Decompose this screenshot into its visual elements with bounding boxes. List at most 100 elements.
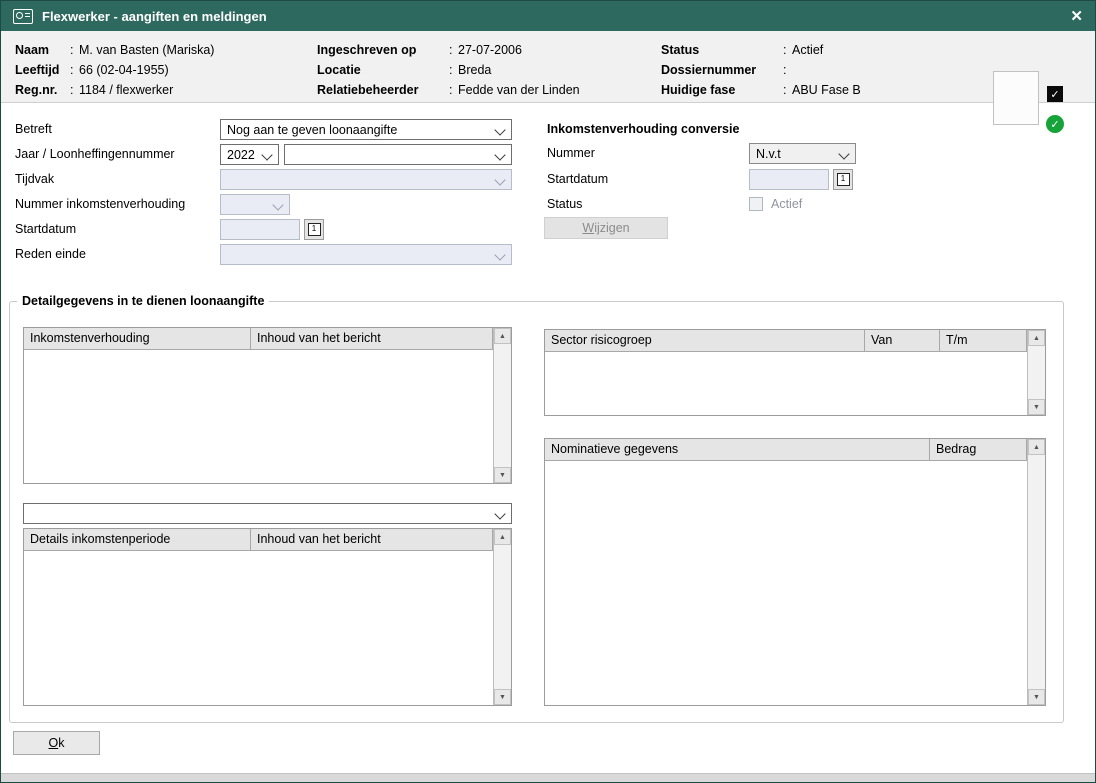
inkomstenverhouding-table-header: Inkomstenverhouding Inhoud van het beric… [24,328,493,350]
locatie-value: Breda [458,60,491,80]
scroll-up-button[interactable]: ▲ [1028,330,1045,346]
column-header[interactable]: Details inkomstenperiode [24,529,251,550]
scrollbar[interactable]: ▲ ▼ [493,328,511,483]
tijdvak-label: Tijdvak [15,169,54,190]
status-label: Status [661,40,783,60]
chevron-down-icon [494,508,505,519]
colon: : [449,80,458,100]
conversie-startdatum-label: Startdatum [547,169,608,190]
column-header[interactable]: Inhoud van het bericht [251,529,493,550]
status-ok-icon: ✓ [1046,115,1064,133]
scrollbar[interactable]: ▲ ▼ [493,529,511,705]
startdatum-input[interactable] [220,219,300,240]
nummer-inkomstenverhouding-select[interactable] [220,194,290,215]
column-header[interactable]: Inkomstenverhouding [24,328,251,349]
header-col-status: Status : Actief Dossiernummer : Huidige … [661,40,861,100]
dossiernummer-label: Dossiernummer [661,60,783,80]
ok-button[interactable]: Ok [13,731,100,755]
leeftijd-label: Leeftijd [15,60,70,80]
column-header[interactable]: Inhoud van het bericht [251,328,493,349]
scroll-down-button[interactable]: ▼ [494,467,511,483]
leeftijd-value: 66 (02-04-1955) [79,60,169,80]
reden-einde-select[interactable] [220,244,512,265]
arrow-down-icon: ▼ [499,472,506,479]
chevron-down-icon [261,149,272,160]
header-row-huidige-fase: Huidige fase : ABU Fase B [661,80,861,100]
colon: : [70,40,79,60]
naam-value: M. van Basten (Mariska) [79,40,214,60]
scrollbar[interactable]: ▲ ▼ [1027,330,1045,415]
scroll-down-button[interactable]: ▼ [494,689,511,705]
colon: : [70,60,79,80]
scroll-down-button[interactable]: ▼ [1028,689,1045,705]
header-col-personal: Naam : M. van Basten (Mariska) Leeftijd … [15,40,214,100]
conversie-startdatum-calendar-button[interactable]: 1 [833,169,853,190]
startdatum-calendar-button[interactable]: 1 [304,219,324,240]
check-icon: ✓ [1050,88,1059,101]
relatiebeheerder-label: Relatiebeheerder [317,80,449,100]
ingeschreven-label: Ingeschreven op [317,40,449,60]
nummer-inkomstenverhouding-label: Nummer inkomstenverhouding [15,194,185,215]
conversie-section-title: Inkomstenverhouding conversie [547,119,739,140]
column-header[interactable]: Sector risicogroep [545,330,865,351]
header-col-registration: Ingeschreven op : 27-07-2006 Locatie : B… [317,40,580,100]
person-info-panel: Naam : M. van Basten (Mariska) Leeftijd … [1,31,1095,103]
conversie-actief-checkbox[interactable] [749,197,763,211]
header-row-leeftijd: Leeftijd : 66 (02-04-1955) [15,60,214,80]
column-header[interactable]: T/m [940,330,1027,351]
inkomstenperiode-table-header: Details inkomstenperiode Inhoud van het … [24,529,493,551]
conversie-nummer-select[interactable]: N.v.t [749,143,856,164]
arrow-down-icon: ▼ [1033,694,1040,701]
betreft-selected-value: Nog aan te geven loonaangifte [227,123,397,137]
locatie-label: Locatie [317,60,449,80]
betreft-label: Betreft [15,119,52,140]
bottom-edge [1,773,1095,782]
relatiebeheerder-value: Fedde van der Linden [458,80,580,100]
scroll-up-button[interactable]: ▲ [494,529,511,545]
flexwerker-dialog: Flexwerker - aangiften en meldingen ✕ Na… [0,0,1096,783]
header-row-regnr: Reg.nr. : 1184 / flexwerker [15,80,214,100]
tijdvak-select[interactable] [220,169,512,190]
conversie-startdatum-input[interactable] [749,169,829,190]
nominatieve-gegevens-list[interactable] [545,461,1027,705]
colon: : [70,80,79,100]
header-row-dossiernummer: Dossiernummer : [661,60,861,80]
wijzigen-button[interactable]: Wijzigen [544,217,668,239]
inkomstenperiode-table: Details inkomstenperiode Inhoud van het … [23,528,512,706]
jaar-selected-value: 2022 [227,148,255,162]
reden-einde-label: Reden einde [15,244,86,265]
regnr-value: 1184 / flexwerker [79,80,173,100]
huidige-fase-value: ABU Fase B [792,80,861,100]
inkomstenverhouding-list[interactable] [24,350,493,483]
betreft-select[interactable]: Nog aan te geven loonaangifte [220,119,512,140]
header-checkbox[interactable]: ✓ [1047,86,1063,102]
scroll-down-button[interactable]: ▼ [1028,399,1045,415]
chevron-down-icon [838,148,849,159]
nominatieve-gegevens-table-header: Nominatieve gegevens Bedrag [545,439,1027,461]
jaar-select[interactable]: 2022 [220,144,279,165]
arrow-down-icon: ▼ [499,694,506,701]
scrollbar[interactable]: ▲ ▼ [1027,439,1045,705]
detail-periode-select[interactable] [23,503,512,524]
column-header[interactable]: Bedrag [930,439,1027,460]
flexwerker-card-icon [13,9,33,24]
chevron-down-icon [494,174,505,185]
arrow-down-icon: ▼ [1033,404,1040,411]
conversie-actief-checkbox-label: Actief [771,196,802,212]
huidige-fase-label: Huidige fase [661,80,783,100]
inkomstenperiode-list[interactable] [24,551,493,705]
chevron-down-icon [494,149,505,160]
regnr-label: Reg.nr. [15,80,70,100]
header-row-relatiebeheerder: Relatiebeheerder : Fedde van der Linden [317,80,580,100]
sector-risicogroep-table: Sector risicogroep Van T/m ▲ ▼ [544,329,1046,416]
scroll-up-button[interactable]: ▲ [494,328,511,344]
close-icon[interactable]: ✕ [1070,9,1083,24]
sector-risicogroep-list[interactable] [545,352,1027,415]
arrow-up-icon: ▲ [499,534,506,541]
column-header[interactable]: Van [865,330,940,351]
column-header[interactable]: Nominatieve gegevens [545,439,930,460]
chevron-down-icon [494,249,505,260]
scroll-up-button[interactable]: ▲ [1028,439,1045,455]
loonheffingennummer-select[interactable] [284,144,512,165]
header-row-status: Status : Actief [661,40,861,60]
